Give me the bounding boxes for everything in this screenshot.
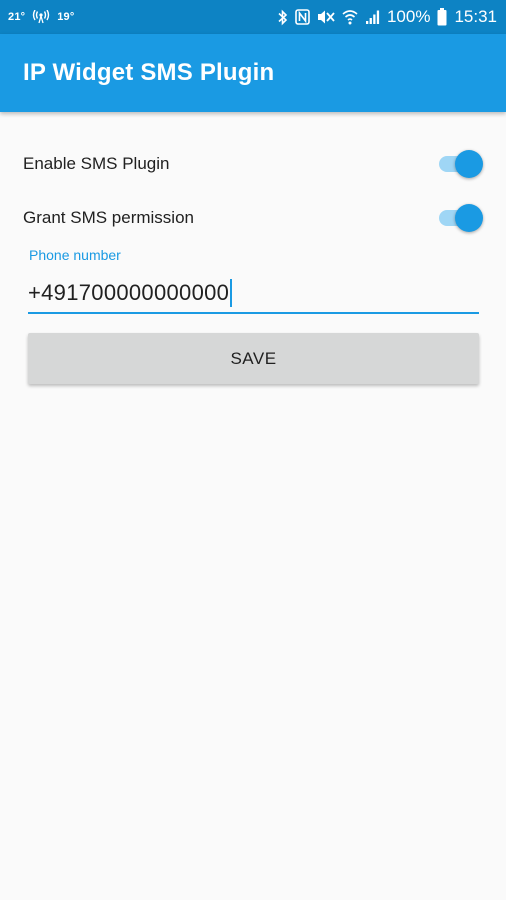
weather-temp-1: 21° xyxy=(8,11,26,23)
page-title: IP Widget SMS Plugin xyxy=(23,59,275,86)
setting-row-enable-sms[interactable]: Enable SMS Plugin xyxy=(23,144,483,184)
battery-percentage: 100% xyxy=(386,7,431,26)
phone-number-input[interactable]: +491700000000000 xyxy=(28,274,479,314)
switch-thumb xyxy=(455,204,483,232)
wifi-icon xyxy=(342,9,358,25)
grant-permission-switch[interactable] xyxy=(435,203,483,233)
vibrate-mute-icon xyxy=(317,9,335,25)
grant-permission-label: Grant SMS permission xyxy=(23,208,194,227)
weather-temp-2: 19° xyxy=(57,11,75,23)
battery-icon xyxy=(437,8,447,26)
status-bar: 21° 19° 100% 15:31 xyxy=(0,0,506,34)
status-bar-right: 100% 15:31 xyxy=(277,7,497,27)
nfc-icon xyxy=(295,9,310,25)
enable-sms-switch[interactable] xyxy=(435,149,483,179)
hotspot-icon xyxy=(32,10,50,24)
bluetooth-icon xyxy=(277,9,288,26)
enable-sms-label: Enable SMS Plugin xyxy=(23,154,170,173)
signal-icon xyxy=(365,9,380,25)
app-bar: IP Widget SMS Plugin xyxy=(0,34,506,112)
status-bar-left: 21° 19° xyxy=(8,10,74,24)
phone-number-value: +491700000000000 xyxy=(28,280,230,305)
setting-row-grant-permission[interactable]: Grant SMS permission xyxy=(23,198,483,238)
save-button[interactable]: SAVE xyxy=(28,333,479,384)
status-time: 15:31 xyxy=(454,7,497,26)
text-cursor xyxy=(230,279,233,307)
switch-thumb xyxy=(455,150,483,178)
phone-number-label: Phone number xyxy=(29,247,121,263)
